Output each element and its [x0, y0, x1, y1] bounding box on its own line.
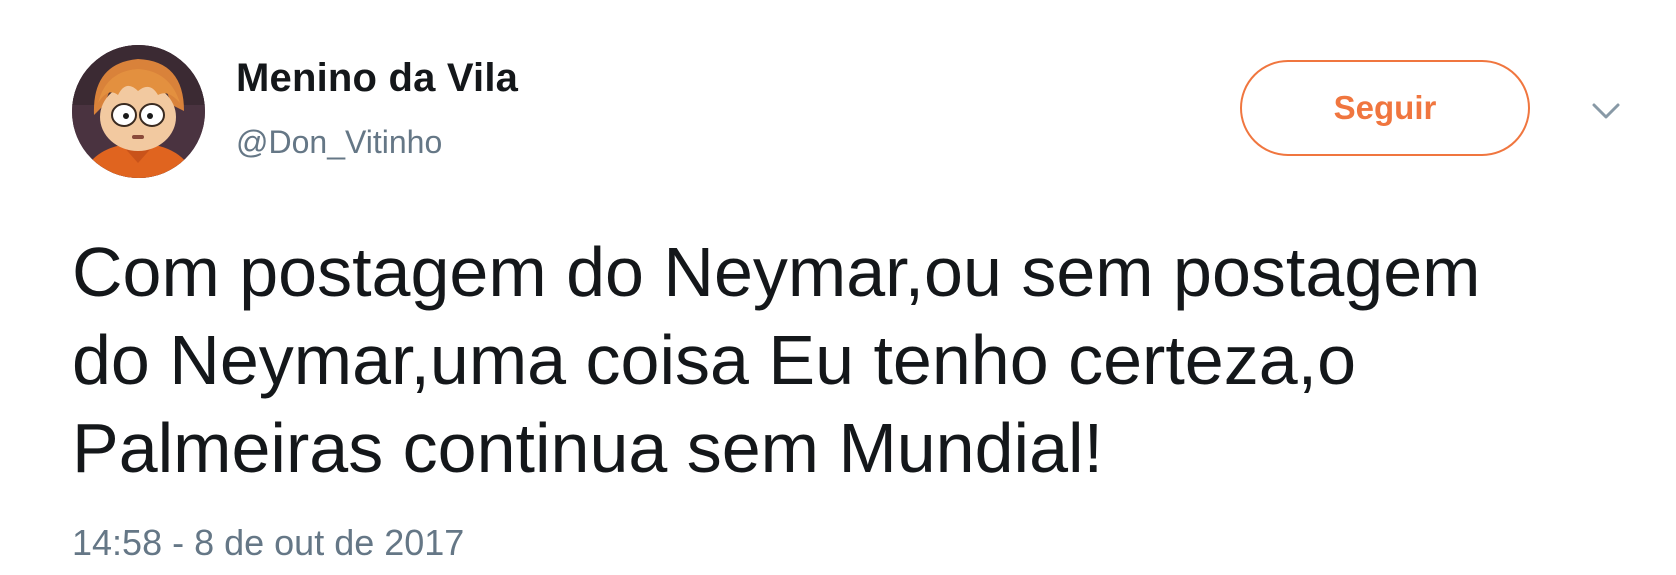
tweet-text: Com postagem do Neymar,ou sem postagem d… — [72, 228, 1662, 492]
tweet-timestamp[interactable]: 14:58 - 8 de out de 2017 — [72, 522, 464, 564]
chevron-down-icon[interactable] — [1588, 96, 1624, 126]
author-name[interactable]: Menino da Vila — [236, 56, 518, 101]
tweet-card: Menino da Vila @Don_Vitinho Seguir Com p… — [0, 0, 1676, 575]
avatar[interactable] — [72, 45, 205, 178]
cartoon-boy-avatar-icon — [72, 45, 205, 178]
author-handle[interactable]: @Don_Vitinho — [236, 124, 442, 161]
tweet-text-line: do Neymar,uma coisa Eu tenho certeza,o — [72, 321, 1357, 399]
tweet-text-line: Palmeiras continua sem Mundial! — [72, 409, 1104, 487]
follow-button[interactable]: Seguir — [1240, 60, 1530, 156]
tweet-text-line: Com postagem do Neymar,ou sem postagem — [72, 233, 1481, 311]
